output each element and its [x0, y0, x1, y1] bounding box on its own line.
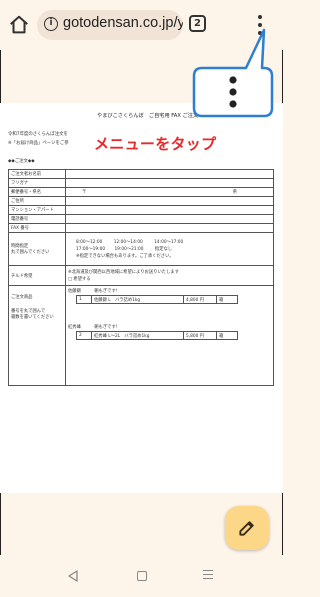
prefecture-suffix: 県 [232, 190, 237, 195]
order-label-line1: ご注文商品 [11, 295, 33, 300]
row-value [65, 196, 274, 206]
product-table: 2 紅秀峰 L～2L バラ詰め1kg 5,800 円 箱 [76, 331, 238, 340]
document-intro-line1: 令和7年度のさくらんぼ注文を [8, 132, 68, 137]
form-row: 郵便番号・県名 〒 県 [8, 187, 274, 197]
browser-toolbar: i gotodensan.co.jp/ycher 2 [0, 0, 283, 50]
time-slot: 12:00～14:00 [113, 239, 143, 245]
time-slot: 19:00～21:00 [114, 246, 144, 252]
system-nav-bar [0, 555, 283, 597]
time-slot: 指定なし [154, 246, 173, 252]
time-note: ※指定できない場合もあります。ご了承ください。 [76, 253, 174, 259]
row-value [65, 205, 274, 215]
form-row: ご住所 [8, 196, 274, 206]
order-row: ご注文商品 番号を丸で囲んで 箱数を書いてください 佐藤錦 朝もぎです! 1 佐… [8, 285, 274, 386]
edit-pencil-icon [239, 521, 254, 536]
postal-mark: 〒 [82, 190, 87, 195]
home-square-icon[interactable] [137, 571, 147, 581]
product-price: 5,800 円 [183, 331, 217, 340]
product-row: 2 紅秀峰 L～2L バラ詰め1kg 5,800 円 箱 [76, 331, 238, 340]
row-value [65, 169, 274, 179]
product-group-note: 朝もぎです! [94, 325, 118, 330]
row-label: ご注文者お名前 [8, 169, 66, 179]
row-label: 郵便番号・県名 [8, 187, 66, 197]
product-unit: 箱 [216, 331, 238, 340]
time-row: 時間指定 丸で囲んでください 8:00～12:00 12:00～14:00 14… [8, 232, 274, 266]
product-row: 1 佐藤錦 L バラ詰め1kg 4,800 円 箱 [76, 295, 238, 304]
back-triangle-icon[interactable] [67, 570, 79, 582]
order-form-table: ご注文者お名前 フリガナ 郵便番号・県名 〒 県 ご住所 マンション・アパート … [8, 169, 274, 386]
chilled-options: ※北海道及び関西以西地域に希望によりお送りいたします □ 希望する [65, 265, 274, 286]
time-label-line2: 丸で囲んでください [11, 250, 50, 255]
chilled-row: チルド希望 ※北海道及び関西以西地域に希望によりお送りいたします □ 希望する [8, 265, 274, 286]
product-unit: 箱 [216, 295, 238, 304]
product-group-name: 紅秀峰 [68, 325, 81, 330]
recent-apps-icon[interactable] [203, 570, 213, 582]
chilled-option: □ 希望する [68, 276, 91, 282]
product-name: 佐藤錦 L バラ詰め1kg [91, 295, 184, 304]
chilled-note: ※北海道及び関西以西地域に希望によりお送りいたします [68, 269, 179, 275]
product-number: 1 [76, 295, 92, 304]
time-slot: 17:00～19:00 [76, 246, 106, 252]
edit-fab-button[interactable] [225, 506, 269, 550]
product-group-note: 朝もぎです! [94, 289, 118, 294]
product-price: 4,800 円 [183, 295, 217, 304]
form-row: マンション・アパート [8, 205, 274, 215]
section-heading: ◆◆ご注文◆◆ [8, 159, 35, 164]
row-label: 電話番号 [8, 214, 66, 224]
product-group-name: 佐藤錦 [68, 289, 81, 294]
order-label-line3: 箱数を書いてください [11, 315, 54, 320]
row-label: ご住所 [8, 196, 66, 206]
row-value [65, 178, 274, 188]
time-slot: 14:00～17:00 [154, 239, 184, 245]
time-label: 時間指定 丸で囲んでください [8, 232, 66, 266]
order-products: 佐藤錦 朝もぎです! 1 佐藤錦 L バラ詰め1kg 4,800 円 箱 紅秀峰… [65, 285, 274, 386]
chilled-label: チルド希望 [8, 265, 66, 286]
form-row: ご注文者お名前 [8, 169, 274, 179]
time-options: 8:00～12:00 12:00～14:00 14:00～17:00 17:00… [65, 232, 274, 266]
row-label: マンション・アパート [8, 205, 66, 215]
row-value [65, 223, 274, 233]
address-bar[interactable]: i gotodensan.co.jp/ycher [37, 10, 183, 40]
home-icon[interactable] [8, 14, 30, 36]
document-intro-line2: ※「お届け商品」ページをご参 [8, 141, 69, 146]
row-label: FAX 番号 [8, 223, 66, 233]
url-text: gotodensan.co.jp/ycher [63, 15, 183, 31]
info-icon[interactable]: i [44, 17, 58, 31]
order-label: ご注文商品 番号を丸で囲んで 箱数を書いてください [8, 285, 66, 386]
row-value [65, 214, 274, 224]
row-value: 〒 県 [65, 187, 274, 197]
form-row: フリガナ [8, 178, 274, 188]
document-title: やまびこさくらんぼ ご自宅用 FAX ご注文 023-623-5649 [97, 113, 241, 119]
row-label: フリガナ [8, 178, 66, 188]
tab-switcher-button[interactable]: 2 [189, 15, 206, 32]
product-name: 紅秀峰 L～2L バラ詰め1kg [91, 331, 184, 340]
tap-menu-annotation: メニューをタップ [94, 135, 217, 153]
form-row: 電話番号 [8, 214, 274, 224]
time-slot: 8:00～12:00 [76, 239, 103, 245]
form-row: FAX 番号 [8, 223, 274, 233]
product-table: 1 佐藤錦 L バラ詰め1kg 4,800 円 箱 [76, 295, 238, 304]
more-vert-icon[interactable] [255, 13, 265, 37]
product-number: 2 [76, 331, 92, 340]
